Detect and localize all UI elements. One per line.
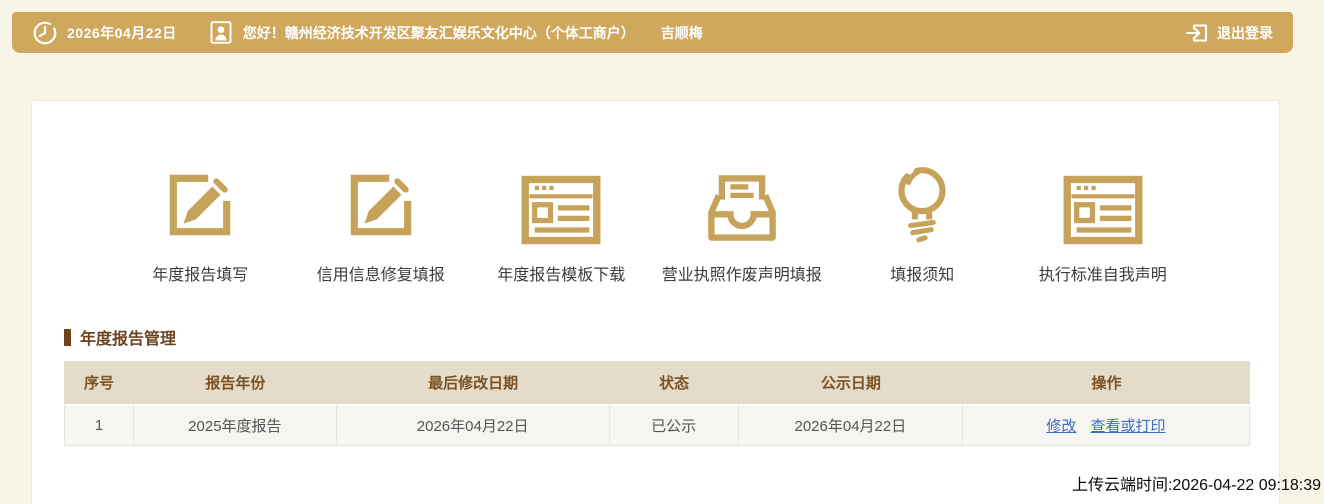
edit-icon [161,157,239,245]
cell-status: 已公示 [609,404,739,446]
cell-modified: 2026年04月22日 [336,404,610,446]
col-status: 状态 [609,361,739,404]
section-title: 年度报告管理 [80,331,177,348]
cell-year: 2025年度报告 [133,404,337,446]
col-seq: 序号 [64,361,134,404]
quick-actions-row: 年度报告填写 信用信息修复填报 年度报告模板下载 营业执照作废声明填报 填报须知… [32,101,1279,285]
table-header-row: 序号 报告年份 最后修改日期 状态 公示日期 操作 [64,361,1250,404]
view-or-print-link[interactable]: 查看或打印 [1091,418,1166,435]
username: 吉顺梅 [660,24,703,41]
table-row: 1 2025年度报告 2026年04月22日 已公示 2026年04月22日 修… [64,404,1250,446]
action-standard-self-declaration[interactable]: 执行标准自我声明 [1013,157,1194,285]
action-credit-repair[interactable]: 信用信息修复填报 [291,157,472,285]
current-date: 2026年04月22日 [67,24,177,41]
action-license-cancellation[interactable]: 营业执照作废声明填报 [652,157,833,285]
logout-label: 退出登录 [1217,24,1273,41]
annual-report-table: 序号 报告年份 最后修改日期 状态 公示日期 操作 1 2025年度报告 202… [64,361,1250,446]
top-bar: 2026年04月22日 您好！赣州经济技术开发区聚友汇娱乐文化中心（个体工商户）… [12,12,1293,53]
inbox-icon [704,157,780,245]
webpage-icon [521,157,601,245]
col-publish: 公示日期 [738,361,963,404]
action-label: 执行标准自我声明 [1038,267,1167,284]
action-label: 年度报告填写 [152,267,249,284]
modify-link[interactable]: 修改 [1046,418,1076,435]
user-badge-icon [209,19,233,46]
cell-publish: 2026年04月22日 [738,404,963,446]
action-label: 年度报告模板下载 [497,267,626,284]
upload-cloud-time: 上传云端时间:2026-04-22 09:18:39 [1071,477,1321,494]
greeting-text: 您好！赣州经济技术开发区聚友汇娱乐文化中心（个体工商户） [242,24,635,41]
col-year: 报告年份 [133,361,337,404]
cell-actions: 修改 查看或打印 [962,404,1250,446]
action-annual-report-fill[interactable]: 年度报告填写 [110,157,291,285]
action-label: 填报须知 [890,267,955,284]
action-label: 信用信息修复填报 [316,267,445,284]
main-panel: 年度报告填写 信用信息修复填报 年度报告模板下载 营业执照作废声明填报 填报须知… [31,100,1280,504]
webpage-icon [1063,157,1143,245]
action-template-download[interactable]: 年度报告模板下载 [471,157,652,285]
clock-icon [32,20,58,46]
edit-icon [342,157,420,245]
lightbulb-icon [895,157,949,245]
section-marker [64,328,71,346]
logout-icon [1186,23,1208,42]
section-header: 年度报告管理 [64,325,1279,349]
cell-seq: 1 [64,404,134,446]
logout-button[interactable]: 退出登录 [1185,21,1273,45]
action-label: 营业执照作废声明填报 [661,267,822,284]
col-actions: 操作 [962,361,1250,404]
action-filing-notice[interactable]: 填报须知 [832,157,1013,285]
col-modified: 最后修改日期 [336,361,610,404]
